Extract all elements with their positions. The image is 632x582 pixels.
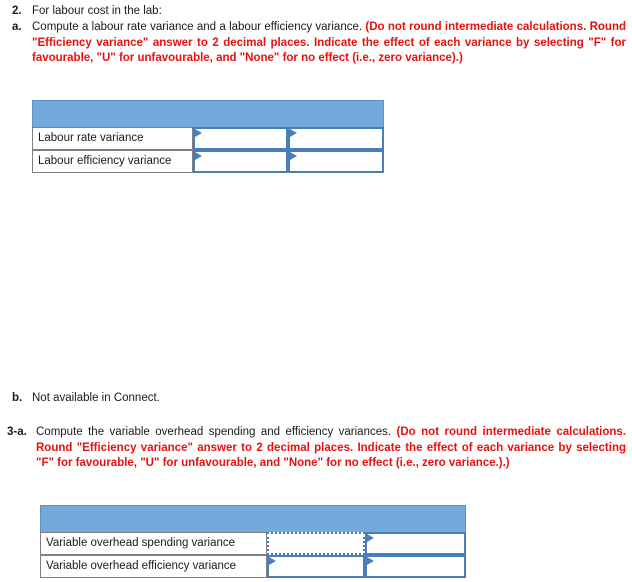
table-header-row xyxy=(32,100,384,127)
table-row: Variable overhead efficiency variance xyxy=(40,555,466,578)
table-row: Labour rate variance xyxy=(32,127,384,150)
voh-efficiency-variance-effect-select[interactable] xyxy=(365,555,466,578)
dropdown-triangle-icon xyxy=(269,557,276,565)
labour-rate-variance-label: Labour rate variance xyxy=(32,127,194,150)
voh-table-header-bar xyxy=(40,505,466,532)
voh-efficiency-variance-value-input[interactable] xyxy=(267,555,365,578)
variable-overhead-variance-table: Variable overhead spending variance Vari… xyxy=(40,505,466,578)
voh-spending-variance-value-input[interactable] xyxy=(267,532,365,555)
dropdown-triangle-icon xyxy=(367,534,374,542)
question-2b-marker: b. xyxy=(12,392,23,404)
question-2a-text: Compute a labour rate variance and a lab… xyxy=(32,20,626,67)
table-row: Labour efficiency variance xyxy=(32,150,384,173)
question-2-text: For labour cost in the lab: xyxy=(32,5,162,17)
dropdown-triangle-icon xyxy=(289,129,297,137)
question-3a-marker: 3-a. xyxy=(7,426,27,438)
labour-efficiency-variance-value-input[interactable] xyxy=(193,150,288,173)
labour-table-header-bar xyxy=(32,100,384,127)
question-2b-block: b. Not available in Connect. xyxy=(12,391,412,407)
question-3a-block: 3-a. Compute the variable overhead spend… xyxy=(7,425,627,472)
question-3a-text-plain: Compute the variable overhead spending a… xyxy=(36,426,397,438)
question-2a-marker: a. xyxy=(12,21,22,33)
dropdown-triangle-icon xyxy=(289,152,297,160)
voh-spending-variance-label: Variable overhead spending variance xyxy=(40,532,267,555)
question-2b-text: Not available in Connect. xyxy=(32,392,160,404)
labour-efficiency-variance-label: Labour efficiency variance xyxy=(32,150,194,173)
voh-efficiency-variance-label: Variable overhead efficiency variance xyxy=(40,555,267,578)
question-2-marker: 2. xyxy=(12,5,22,17)
dropdown-triangle-icon xyxy=(195,152,203,160)
labour-rate-variance-value-input[interactable] xyxy=(193,127,288,150)
question-3a-text: Compute the variable overhead spending a… xyxy=(36,425,626,472)
question-2a-text-plain: Compute a labour rate variance and a lab… xyxy=(32,21,366,33)
table-header-row xyxy=(40,505,466,532)
labour-variance-table: Labour rate variance Labour efficiency v… xyxy=(32,100,384,173)
labour-efficiency-variance-effect-select[interactable] xyxy=(287,150,384,173)
dropdown-triangle-icon xyxy=(367,557,374,565)
table-row: Variable overhead spending variance xyxy=(40,532,466,555)
dropdown-triangle-icon xyxy=(195,129,203,137)
voh-spending-variance-effect-select[interactable] xyxy=(365,532,466,555)
question-2-block: 2. For labour cost in the lab: xyxy=(12,4,626,20)
question-2a-block: a. Compute a labour rate variance and a … xyxy=(12,20,626,67)
labour-rate-variance-effect-select[interactable] xyxy=(287,127,384,150)
